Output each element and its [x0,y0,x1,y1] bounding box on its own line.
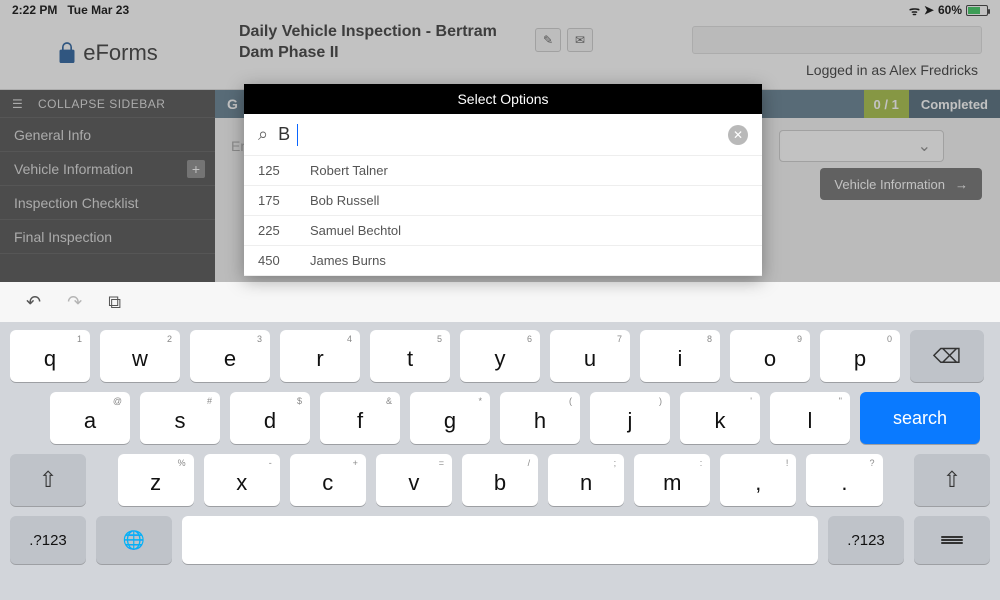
chevron-down-icon: ⌄ [918,136,931,156]
key-backspace[interactable] [910,330,984,382]
key-,[interactable]: !, [720,454,796,506]
key-hide-keyboard[interactable] [914,516,990,564]
key-w[interactable]: 2w [100,330,180,382]
key-v[interactable]: =v [376,454,452,506]
option-row[interactable]: 225Samuel Bechtol [244,216,762,246]
key-o[interactable]: 9o [730,330,810,382]
keyboard: 1q2w3e4r5t6y7u8i9o0p @a#s$d&f*g(h)j'k"ls… [0,322,1000,600]
status-bar: 2:22 PM Tue Mar 23 ᯤ ➤ 60% [0,0,1000,20]
vehicle-information-button[interactable]: Vehicle Information → [820,168,982,200]
option-row[interactable]: 450James Burns [244,246,762,276]
select-dropdown[interactable]: ⌄ [779,130,944,162]
globe-icon [123,530,145,551]
form-title: Daily Vehicle Inspection - Bertram Dam P… [239,22,499,64]
redo-button[interactable]: ↷ [67,292,82,313]
key-g[interactable]: *g [410,392,490,444]
sidebar-item-vehicle-information[interactable]: Vehicle Information [0,152,215,186]
keyboard-toolbar: ↶ ↷ ⧉ [0,282,1000,322]
key-globe[interactable] [96,516,172,564]
shift-icon [943,467,961,493]
key-e[interactable]: 3e [190,330,270,382]
hamburger-icon [12,97,28,111]
key-k[interactable]: 'k [680,392,760,444]
key-r[interactable]: 4r [280,330,360,382]
status-time: 2:22 PM [12,3,57,17]
edit-button[interactable]: ✎ [535,28,561,52]
progress-indicator: 0 / 1 Completed [864,90,1000,118]
option-row[interactable]: 125Robert Talner [244,156,762,186]
sidebar-item-final-inspection[interactable]: Final Inspection [0,220,215,254]
sidebar-item-general-info[interactable]: General Info [0,118,215,152]
key-z[interactable]: %z [118,454,194,506]
key-x[interactable]: -x [204,454,280,506]
key-n[interactable]: ;n [548,454,624,506]
key-a[interactable]: @a [50,392,130,444]
key-s[interactable]: #s [140,392,220,444]
battery-percent: 60% [938,3,962,17]
key-m[interactable]: :m [634,454,710,506]
sidebar-item-inspection-checklist[interactable]: Inspection Checklist [0,186,215,220]
email-button[interactable]: ✉ [567,28,593,52]
modal-search-input[interactable] [278,124,718,145]
keyboard-icon [941,536,963,544]
key-.[interactable]: ?. [806,454,882,506]
key-space[interactable] [182,516,818,564]
location-icon: ➤ [924,3,934,17]
key-j[interactable]: )j [590,392,670,444]
collapse-sidebar[interactable]: COLLAPSE SIDEBAR [0,90,215,118]
top-search-input[interactable] [692,26,982,54]
key-shift-right[interactable] [914,454,990,506]
key-t[interactable]: 5t [370,330,450,382]
search-icon: ⌕ [258,124,268,145]
key-c[interactable]: +c [290,454,366,506]
key-shift-left[interactable] [10,454,86,506]
undo-button[interactable]: ↶ [26,292,41,313]
option-row[interactable]: 175Bob Russell [244,186,762,216]
key-d[interactable]: $d [230,392,310,444]
key-numeric-mode-right[interactable]: .?123 [828,516,904,564]
key-numeric-mode[interactable]: .?123 [10,516,86,564]
key-b[interactable]: /b [462,454,538,506]
shift-icon [39,467,57,493]
clear-search-button[interactable]: ✕ [728,125,748,145]
paste-button[interactable]: ⧉ [108,292,121,313]
key-i[interactable]: 8i [640,330,720,382]
battery-icon [966,5,988,16]
arrow-right-icon: → [955,177,968,192]
key-f[interactable]: &f [320,392,400,444]
sidebar: COLLAPSE SIDEBAR General Info Vehicle In… [0,90,215,282]
lock-icon [57,41,77,65]
key-u[interactable]: 7u [550,330,630,382]
modal-title: Select Options [244,84,762,114]
logged-in-text: Logged in as Alex Fredricks [806,62,978,78]
modal-search-row: ⌕ ✕ [244,114,762,156]
backspace-icon [933,344,961,369]
key-l[interactable]: "l [770,392,850,444]
key-p[interactable]: 0p [820,330,900,382]
key-y[interactable]: 6y [460,330,540,382]
key-search[interactable]: search [860,392,980,444]
wifi-icon: ᯤ [909,2,920,19]
key-h[interactable]: (h [500,392,580,444]
key-q[interactable]: 1q [10,330,90,382]
select-options-modal: Select Options ⌕ ✕ 125Robert Talner175Bo… [244,84,762,276]
status-date: Tue Mar 23 [67,3,129,17]
